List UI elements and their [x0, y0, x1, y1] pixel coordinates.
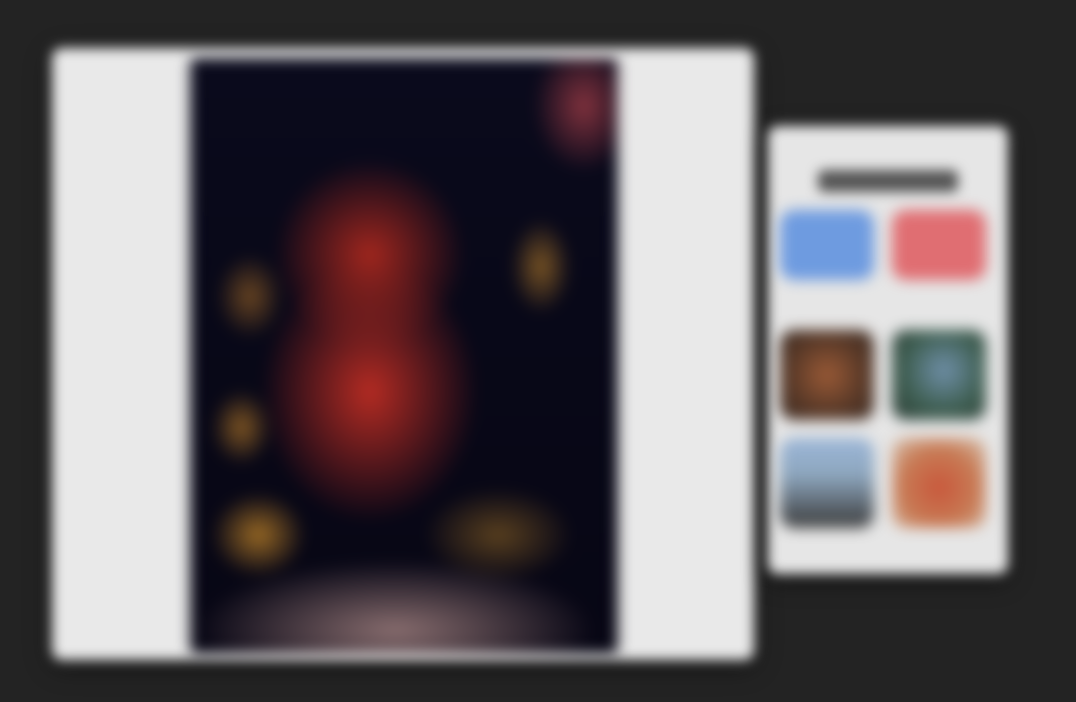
brown-thumbnail[interactable]: [780, 330, 874, 420]
desktop-stage: [0, 0, 1076, 702]
side-window-title: [818, 170, 958, 192]
sky-thumbnail[interactable]: [780, 438, 874, 528]
warm-thumbnail[interactable]: [892, 438, 986, 528]
red-tile[interactable]: [892, 210, 986, 280]
blue-tile[interactable]: [780, 210, 874, 280]
teal-thumbnail[interactable]: [892, 330, 986, 420]
poster-image[interactable]: [190, 58, 618, 654]
